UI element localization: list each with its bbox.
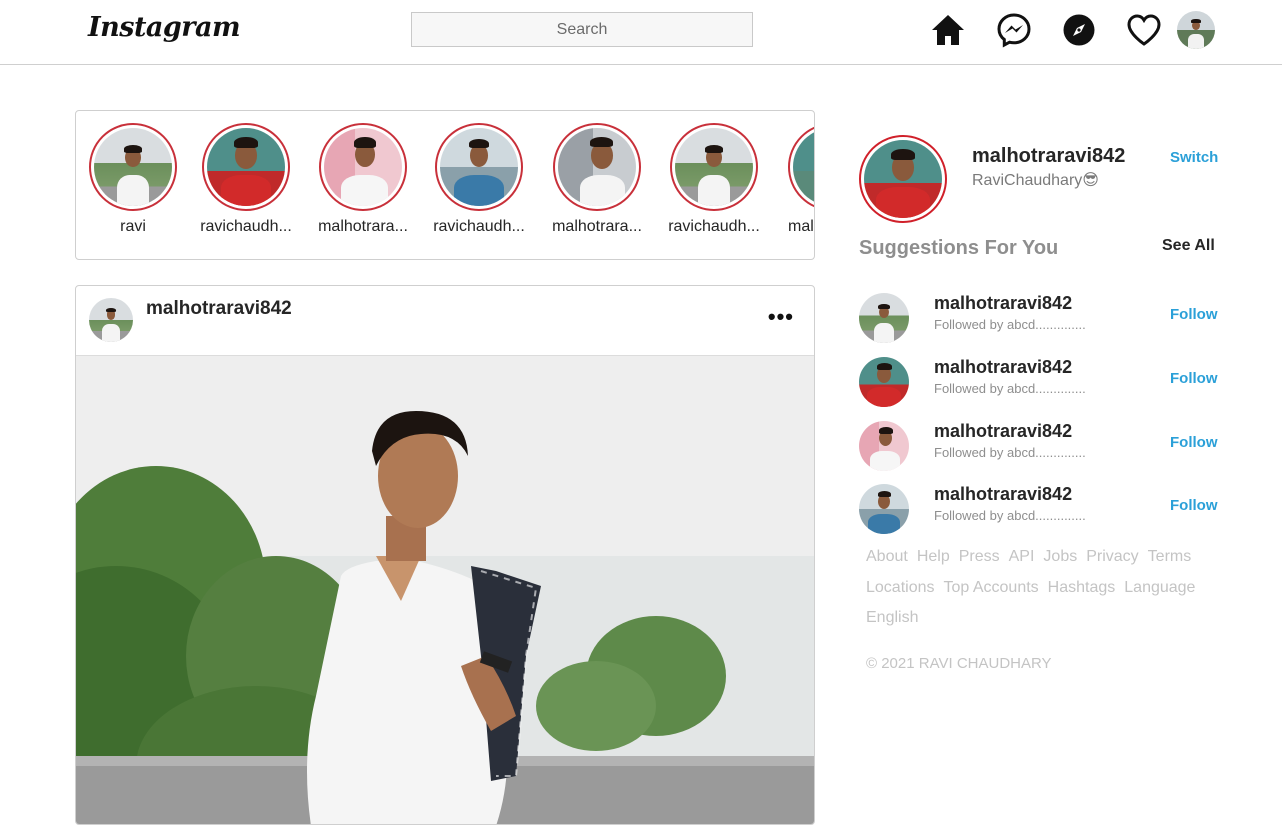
- heart-icon[interactable]: [1126, 12, 1162, 48]
- story-username: ravichaudh...: [433, 218, 525, 235]
- story-ring: [788, 123, 814, 211]
- see-all-link[interactable]: See All: [1162, 237, 1215, 255]
- story-username: ravichaudh...: [668, 218, 760, 235]
- footer-link-help[interactable]: Help: [917, 542, 950, 573]
- follow-button[interactable]: Follow: [1170, 306, 1218, 323]
- suggestion-avatar[interactable]: [859, 421, 909, 471]
- suggestion-subtitle: Followed by abcd..............: [934, 317, 1086, 332]
- avatar: [207, 128, 285, 206]
- story-item[interactable]: ravichaudh...: [196, 123, 296, 236]
- story-ring: [319, 123, 407, 211]
- footer-link-about[interactable]: About: [866, 542, 908, 573]
- avatar: [94, 128, 172, 206]
- feed-post: malhotraravi842 •••: [75, 285, 815, 825]
- suggestion-username[interactable]: malhotraravi842: [934, 293, 1072, 314]
- follow-button[interactable]: Follow: [1170, 497, 1218, 514]
- story-item[interactable]: malhotrara...: [313, 123, 413, 236]
- avatar: [793, 128, 814, 206]
- footer-link-language[interactable]: Language: [1124, 573, 1195, 604]
- copyright-text: © 2021 RAVI CHAUDHARY: [866, 655, 1052, 672]
- footer-link-privacy[interactable]: Privacy: [1086, 542, 1138, 573]
- explore-icon[interactable]: [1061, 12, 1097, 48]
- story-item[interactable]: malhotrara...: [547, 123, 647, 236]
- footer-link-locations[interactable]: Locations: [866, 573, 935, 604]
- post-photo-illustration: [76, 356, 814, 824]
- avatar: [859, 357, 909, 407]
- profile-avatar[interactable]: [1177, 11, 1215, 49]
- messenger-icon[interactable]: [996, 12, 1032, 48]
- suggestion-username[interactable]: malhotraravi842: [934, 357, 1072, 378]
- current-user-avatar[interactable]: [859, 135, 947, 223]
- footer-link-english[interactable]: English: [866, 603, 918, 634]
- switch-account-button[interactable]: Switch: [1170, 149, 1218, 166]
- current-user-username[interactable]: malhotraravi842: [972, 145, 1125, 168]
- footer-link-press[interactable]: Press: [959, 542, 1000, 573]
- post-image[interactable]: [76, 356, 814, 824]
- story-ring: [670, 123, 758, 211]
- footer-links: About Help Press API Jobs Privacy Terms Locatio…: [866, 542, 1206, 634]
- story-item[interactable]: mal: [782, 123, 814, 236]
- avatar: [440, 128, 518, 206]
- follow-button[interactable]: Follow: [1170, 434, 1218, 451]
- footer-link-hashtags[interactable]: Hashtags: [1048, 573, 1116, 604]
- story-item[interactable]: ravichaudh...: [429, 123, 529, 236]
- more-options-icon[interactable]: •••: [768, 304, 794, 330]
- suggestion-subtitle: Followed by abcd..............: [934, 445, 1086, 460]
- suggestion-username[interactable]: malhotraravi842: [934, 484, 1072, 505]
- top-navbar: Instagram: [0, 0, 1282, 65]
- avatar: [859, 484, 909, 534]
- avatar: [864, 140, 942, 218]
- suggestion-item: malhotraravi842 Followed by abcd........…: [859, 484, 1219, 534]
- story-username: malhotrara...: [318, 218, 408, 235]
- post-author-avatar[interactable]: [89, 298, 133, 342]
- suggestion-avatar[interactable]: [859, 484, 909, 534]
- story-ring: [435, 123, 523, 211]
- suggestion-avatar[interactable]: [859, 357, 909, 407]
- search-input[interactable]: [411, 12, 753, 47]
- story-ring: [553, 123, 641, 211]
- current-user-fullname: RaviChaudhary😎: [972, 172, 1099, 189]
- footer-link-terms[interactable]: Terms: [1148, 542, 1192, 573]
- instagram-logo[interactable]: Instagram: [88, 12, 241, 43]
- suggestion-item: malhotraravi842 Followed by abcd........…: [859, 293, 1219, 343]
- avatar: [859, 421, 909, 471]
- story-ring: [89, 123, 177, 211]
- footer-link-api[interactable]: API: [1009, 542, 1035, 573]
- stories-tray: ravi ravichaudh... malhotrara... ravicha…: [75, 110, 815, 260]
- story-username: malhotrara...: [552, 218, 642, 235]
- avatar: [324, 128, 402, 206]
- suggestion-subtitle: Followed by abcd..............: [934, 381, 1086, 396]
- avatar: [558, 128, 636, 206]
- avatar: [859, 293, 909, 343]
- post-header: malhotraravi842 •••: [76, 286, 814, 356]
- follow-button[interactable]: Follow: [1170, 370, 1218, 387]
- suggestion-avatar[interactable]: [859, 293, 909, 343]
- story-username: ravichaudh...: [200, 218, 292, 235]
- post-author-username[interactable]: malhotraravi842: [146, 298, 292, 320]
- story-username: mal: [788, 218, 814, 235]
- suggestions-heading: Suggestions For You: [859, 237, 1059, 259]
- story-ring: [202, 123, 290, 211]
- story-item[interactable]: ravi: [83, 123, 183, 236]
- story-item[interactable]: ravichaudh...: [664, 123, 764, 236]
- suggestion-item: malhotraravi842 Followed by abcd........…: [859, 357, 1219, 407]
- footer-link-jobs[interactable]: Jobs: [1043, 542, 1077, 573]
- suggestion-subtitle: Followed by abcd..............: [934, 508, 1086, 523]
- story-username: ravi: [120, 218, 146, 235]
- home-icon[interactable]: [930, 12, 966, 48]
- footer-link-top-accounts[interactable]: Top Accounts: [944, 573, 1039, 604]
- avatar: [89, 298, 133, 342]
- avatar: [1177, 11, 1215, 49]
- suggestion-username[interactable]: malhotraravi842: [934, 421, 1072, 442]
- suggestion-item: malhotraravi842 Followed by abcd........…: [859, 421, 1219, 471]
- avatar: [675, 128, 753, 206]
